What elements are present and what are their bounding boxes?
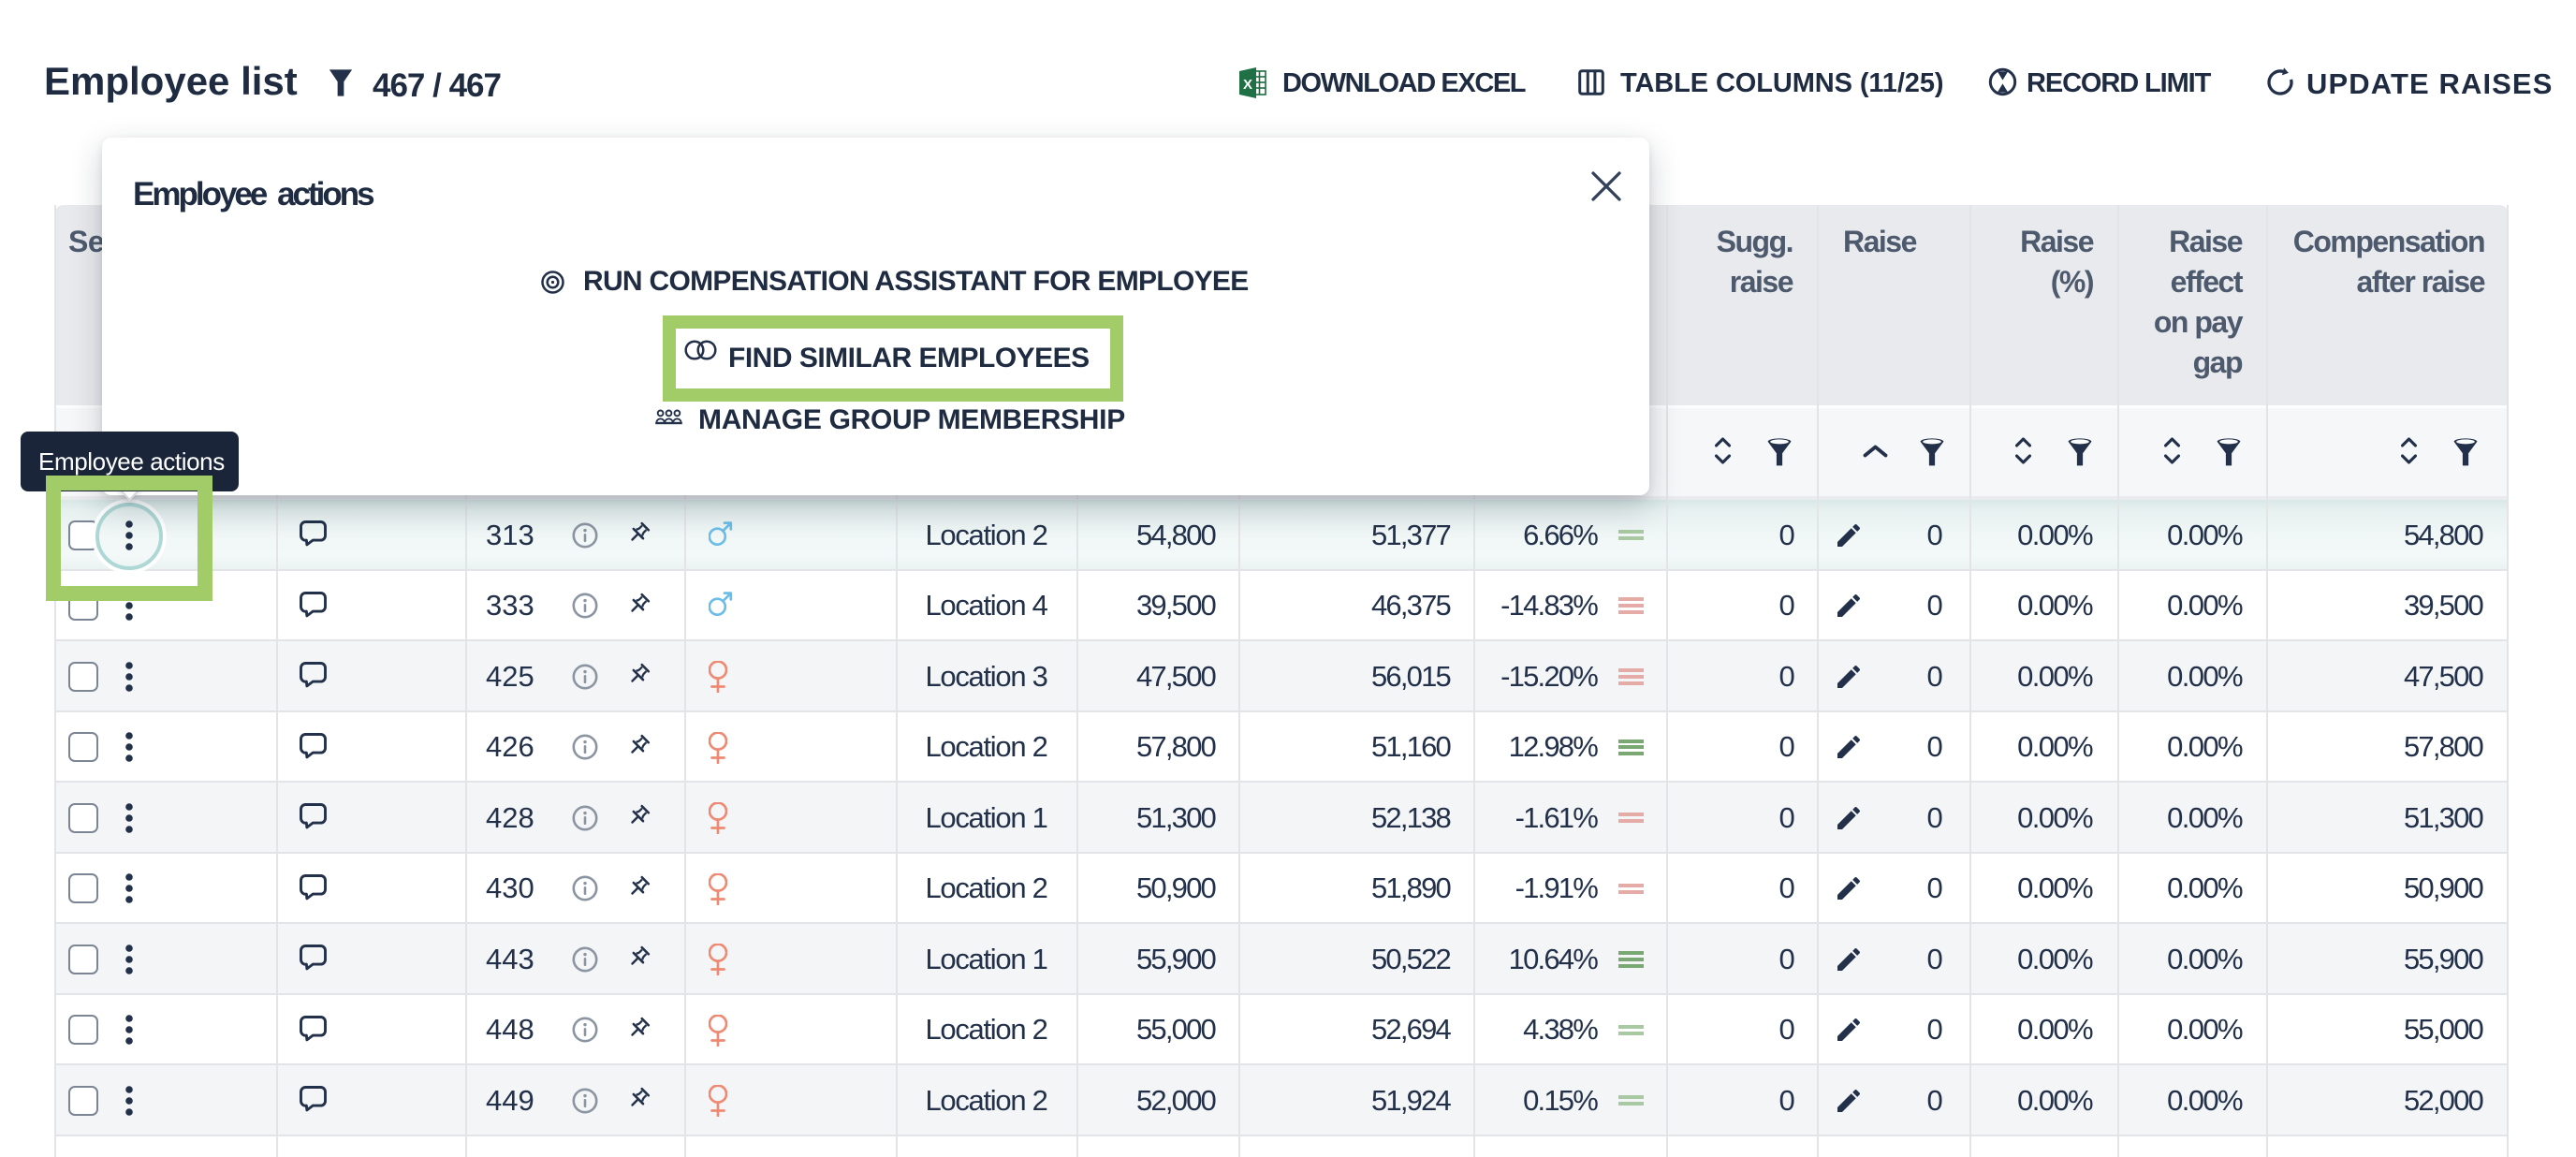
- svg-text:X: X: [1243, 77, 1252, 93]
